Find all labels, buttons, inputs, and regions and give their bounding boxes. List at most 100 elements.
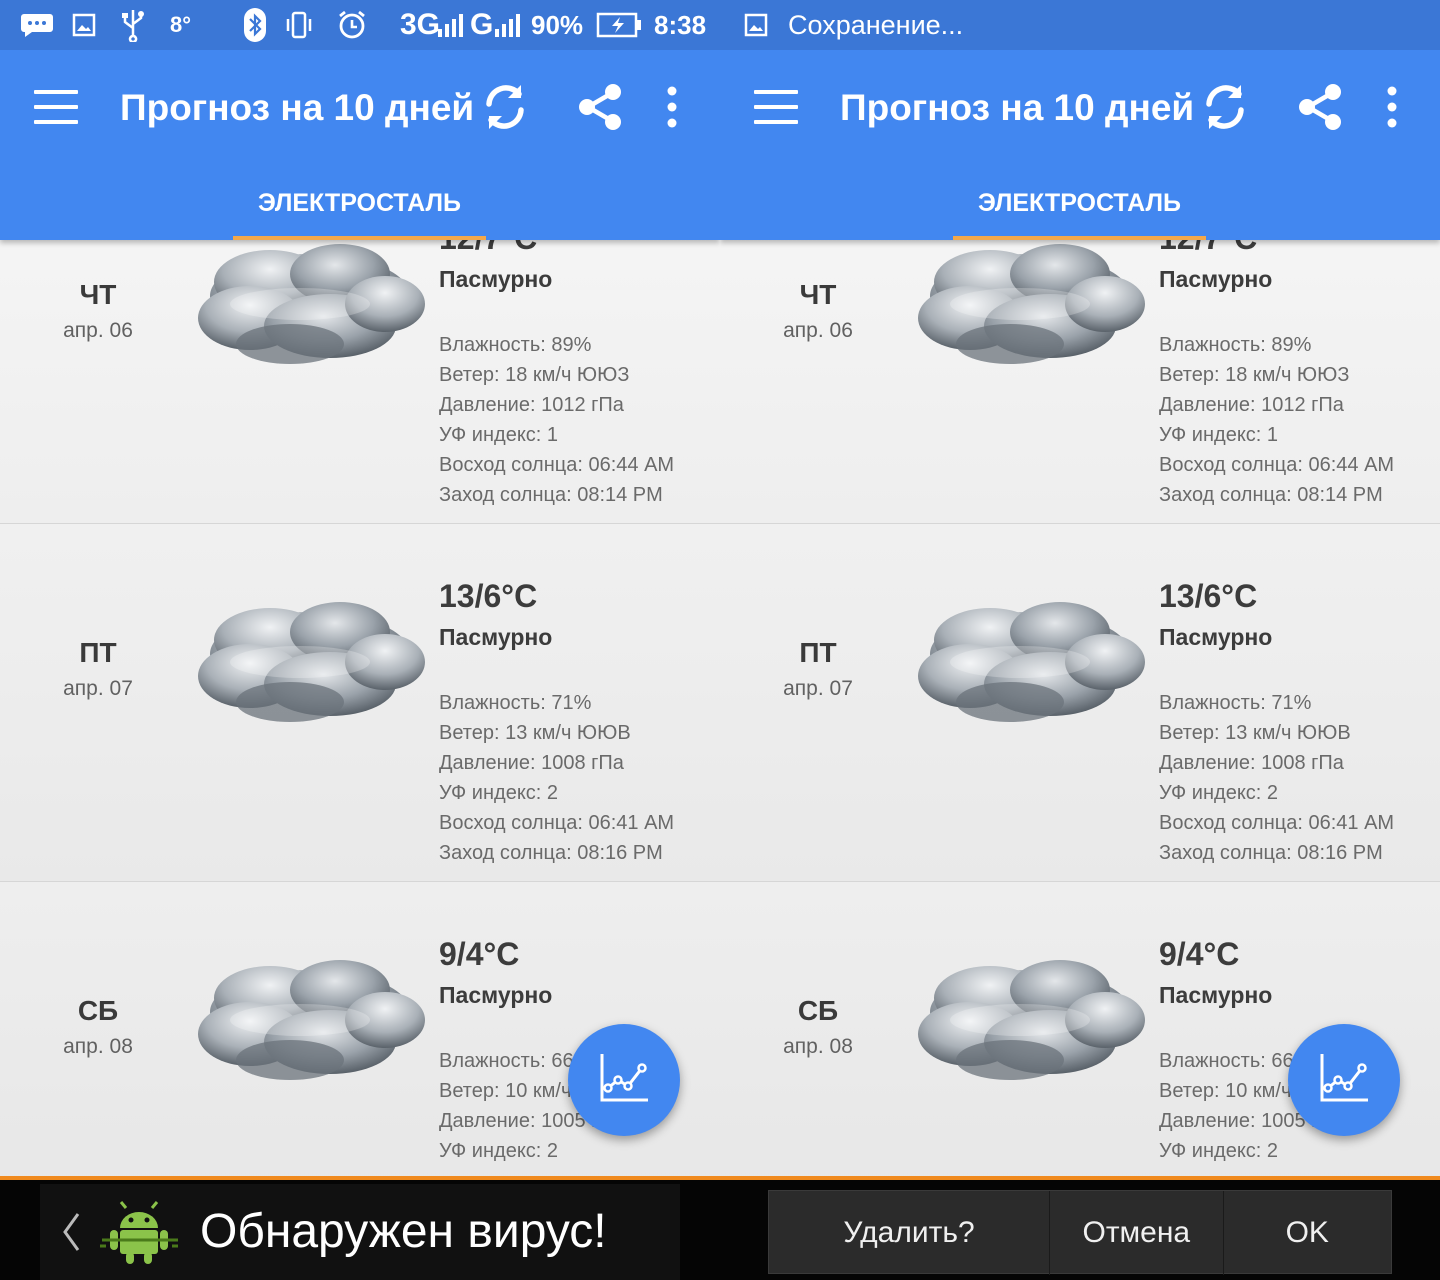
- humidity: Влажность: 89%: [1159, 334, 1312, 356]
- clock: 8:38: [654, 9, 707, 40]
- condition: Пасмурно: [1159, 982, 1273, 1008]
- app-title: Прогноз на 10 дней: [840, 87, 1195, 128]
- day-date: апр. 07: [783, 677, 853, 700]
- wind: Ветер: 13 км/ч ЮЮВ: [439, 722, 631, 744]
- condition: Пасмурно: [1159, 266, 1273, 292]
- tab-city-label: ЭЛЕКТРОСТАЛЬ: [258, 189, 461, 217]
- day-date: апр. 06: [63, 319, 133, 342]
- humidity: Влажность: 89%: [439, 334, 592, 356]
- tab-city[interactable]: ЭЛЕКТРОСТАЛЬ: [953, 170, 1206, 240]
- forecast-row[interactable]: ПТ апр. 07 13/6°C Пасмурно Влажность: 71%…: [0, 524, 720, 882]
- cloud-icon: [198, 244, 425, 364]
- day-name: ЧТ: [799, 279, 837, 310]
- pressure: Давление: 1008 гПа: [439, 752, 624, 774]
- day-name: СБ: [797, 995, 839, 1026]
- weather-details: Влажность: 89% Ветер: 18 км/ч ЮЮЗ Давлен…: [439, 330, 674, 510]
- pressure: Давление: 1008 гПа: [1159, 752, 1344, 774]
- wind: Ветер: 18 км/ч ЮЮЗ: [1159, 364, 1350, 386]
- day-name: ЧТ: [79, 279, 117, 310]
- condition: Пасмурно: [439, 266, 553, 292]
- day-name: СБ: [77, 995, 119, 1026]
- ad-buttons: Удалить? Отмена OK: [768, 1190, 1392, 1275]
- sunset: Заход солнца: 08:16 PM: [1159, 842, 1383, 864]
- wind: Ветер: 18 км/ч ЮЮЗ: [439, 364, 630, 386]
- uv-index: УФ индекс: 2: [1159, 782, 1279, 804]
- chart-fab-button[interactable]: [568, 1024, 680, 1136]
- message-icon: [20, 0, 54, 50]
- condition: Пасмурно: [439, 982, 553, 1008]
- delete-button[interactable]: Удалить?: [769, 1191, 1051, 1275]
- day-name: ПТ: [799, 637, 837, 668]
- line-chart-icon: [1320, 1054, 1368, 1102]
- cloud-icon: [198, 602, 425, 722]
- uv-index: УФ индекс: 1: [439, 424, 559, 446]
- forecast-screen-left: Прогноз на 10 дней ЭЛЕКТРОСТАЛЬ ЧТ апр. 0…: [0, 50, 720, 1176]
- ad-banner: Обнаружен вирус! Удалить? Отмена OK: [0, 1176, 1440, 1280]
- wind: Ветер: 13 км/ч ЮЮВ: [1159, 722, 1351, 744]
- refresh-icon[interactable]: [1200, 80, 1250, 134]
- uv-index: УФ индекс: 2: [1159, 1140, 1279, 1162]
- status-bar: 8° 3G G 90% 8:38 Сохранение...: [0, 0, 1440, 50]
- cancel-button[interactable]: Отмена: [1050, 1191, 1224, 1275]
- uv-index: УФ индекс: 2: [439, 1140, 559, 1162]
- day-name: ПТ: [79, 637, 117, 668]
- share-icon[interactable]: [576, 82, 624, 132]
- more-options-icon[interactable]: [662, 86, 682, 128]
- network-label: 3G: [400, 8, 441, 41]
- more-options-icon[interactable]: [1382, 86, 1402, 128]
- chart-fab-button[interactable]: [1288, 1024, 1400, 1136]
- chevron-left-icon[interactable]: [60, 1210, 82, 1254]
- forecast-screen-right: Прогноз на 10 дней ЭЛЕКТРОСТАЛЬ ЧТ апр. 0…: [720, 50, 1440, 1176]
- sunrise: Восход солнца: 06:41 AM: [1159, 812, 1395, 834]
- tab-city-label: ЭЛЕКТРОСТАЛЬ: [978, 189, 1181, 217]
- sunset: Заход солнца: 08:14 PM: [439, 484, 663, 506]
- uv-index: УФ индекс: 2: [439, 782, 559, 804]
- ok-button[interactable]: OK: [1224, 1191, 1391, 1275]
- temp-indicator: 8°: [170, 12, 192, 37]
- tab-city[interactable]: ЭЛЕКТРОСТАЛЬ: [233, 170, 486, 240]
- cloud-icon: [198, 960, 425, 1080]
- day-date: апр. 08: [783, 1035, 853, 1058]
- sunrise: Восход солнца: 06:41 AM: [439, 812, 675, 834]
- forecast-row[interactable]: ПТ апр. 07 13/6°C Пасмурно Влажность: 71%…: [720, 524, 1440, 882]
- weather-details: Влажность: 71% Ветер: 13 км/ч ЮЮВ Давлен…: [1159, 688, 1394, 868]
- menu-icon[interactable]: [34, 90, 78, 124]
- image-icon: [72, 0, 96, 50]
- pressure: Давление: 1012 гПа: [1159, 394, 1344, 416]
- day-date: апр. 07: [63, 677, 133, 700]
- condition: Пасмурно: [439, 624, 553, 650]
- weather-details: Влажность: 71% Ветер: 13 км/ч ЮЮВ Давлен…: [439, 688, 674, 868]
- cloud-icon: [918, 244, 1145, 364]
- tab-indicator: [233, 236, 486, 240]
- temperature: 9/4°C: [1159, 936, 1240, 972]
- signal-icon-2: [494, 0, 520, 50]
- app-title: Прогноз на 10 дней: [120, 87, 475, 128]
- sunrise: Восход солнца: 06:44 AM: [439, 454, 675, 476]
- sunset: Заход солнца: 08:14 PM: [1159, 484, 1383, 506]
- app-bar: Прогноз на 10 дней ЭЛЕКТРОСТАЛЬ: [720, 50, 1440, 240]
- battery-percent: 90%: [531, 9, 584, 40]
- virus-ad[interactable]: Обнаружен вирус!: [40, 1184, 680, 1280]
- refresh-icon[interactable]: [480, 80, 530, 134]
- sunrise: Восход солнца: 06:44 AM: [1159, 454, 1395, 476]
- day-date: апр. 08: [63, 1035, 133, 1058]
- app-bar: Прогноз на 10 дней ЭЛЕКТРОСТАЛЬ: [0, 50, 720, 240]
- line-chart-icon: [600, 1054, 648, 1102]
- cloud-icon: [918, 602, 1145, 722]
- temperature: 13/6°C: [439, 578, 538, 614]
- weather-details: Влажность: 89% Ветер: 18 км/ч ЮЮЗ Давлен…: [1159, 330, 1394, 510]
- battery-charging-icon: [596, 0, 642, 50]
- tab-indicator: [953, 236, 1206, 240]
- menu-icon[interactable]: [754, 90, 798, 124]
- condition: Пасмурно: [1159, 624, 1273, 650]
- usb-icon: [120, 0, 146, 50]
- share-icon[interactable]: [1296, 82, 1344, 132]
- signal-icon: [437, 0, 463, 50]
- vibrate-icon: [284, 0, 314, 50]
- temperature: 9/4°C: [439, 936, 520, 972]
- temperature: 13/6°C: [1159, 578, 1258, 614]
- notification-text: Сохранение...: [788, 9, 964, 40]
- network-label-2: G: [470, 8, 494, 41]
- humidity: Влажность: 71%: [439, 692, 592, 714]
- android-icon: [100, 1201, 178, 1264]
